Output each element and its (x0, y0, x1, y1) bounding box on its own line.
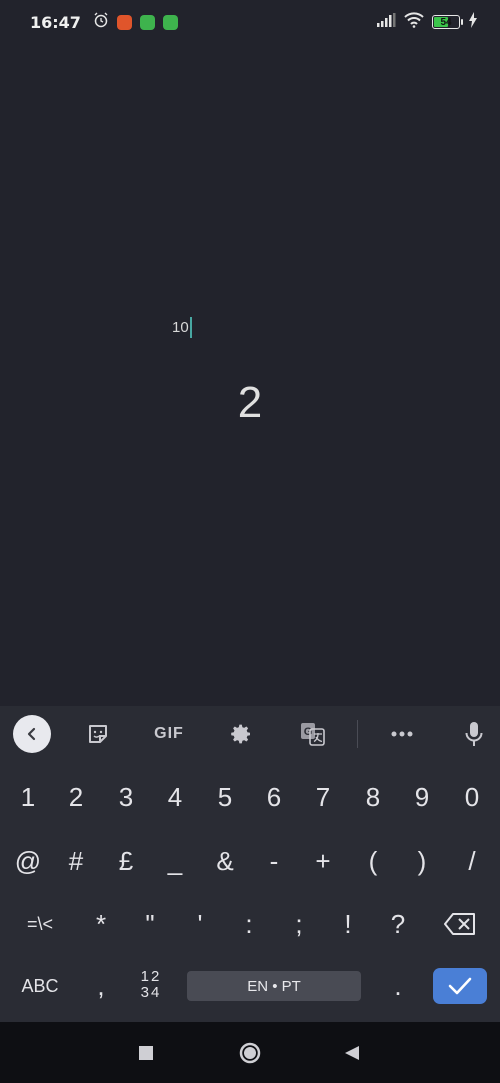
voice-input-button[interactable] (454, 714, 494, 754)
key-3[interactable]: 3 (102, 769, 150, 825)
number-input[interactable]: 10 (172, 317, 192, 338)
collapse-toolbar-button[interactable] (13, 715, 51, 753)
numpad-toggle-top: 12 (140, 968, 162, 985)
svg-text:G: G (304, 726, 313, 738)
key-semicolon[interactable]: ; (275, 896, 323, 952)
charging-icon (468, 11, 478, 33)
backspace-key[interactable] (436, 896, 484, 952)
more-horizontal-icon (391, 731, 413, 737)
more-symbols-key[interactable]: =\< (16, 896, 64, 952)
messenger-app-icon (139, 14, 155, 30)
key-9[interactable]: 9 (398, 769, 446, 825)
status-bar: 16:47 54 (0, 0, 500, 44)
key-exclamation[interactable]: ! (324, 896, 372, 952)
key-open-paren[interactable]: ( (349, 833, 397, 889)
microphone-icon (465, 722, 483, 746)
key-pound[interactable]: £ (102, 833, 150, 889)
sticker-button[interactable] (78, 714, 118, 754)
enter-key[interactable] (433, 968, 487, 1004)
key-minus[interactable]: - (250, 833, 298, 889)
key-ampersand[interactable]: & (201, 833, 249, 889)
recorder-app-icon (116, 14, 132, 30)
status-time: 16:47 (30, 12, 81, 32)
key-double-quote[interactable]: " (126, 896, 174, 952)
result-display: 2 (237, 378, 263, 427)
square-icon (139, 1046, 153, 1060)
key-2[interactable]: 2 (52, 769, 100, 825)
checkmark-icon (448, 977, 472, 995)
key-7[interactable]: 7 (299, 769, 347, 825)
keyboard-toolbar: GIF G (0, 706, 500, 762)
key-hash[interactable]: # (52, 833, 100, 889)
key-5[interactable]: 5 (201, 769, 249, 825)
signal-icon (376, 12, 396, 32)
key-slash[interactable]: / (448, 833, 496, 889)
battery-level: 54 (440, 16, 452, 28)
key-close-paren[interactable]: ) (398, 833, 446, 889)
space-key[interactable]: EN • PT (187, 971, 361, 1001)
translate-button[interactable]: G (293, 714, 333, 754)
settings-button[interactable] (221, 714, 261, 754)
key-at[interactable]: @ (4, 833, 52, 889)
translate-icon: G (301, 723, 325, 746)
input-value: 10 (172, 319, 189, 336)
recents-button[interactable] (133, 1040, 159, 1066)
circle-icon (239, 1042, 261, 1064)
key-0[interactable]: 0 (448, 769, 496, 825)
numpad-toggle-key[interactable]: 12 34 (135, 969, 167, 1005)
key-colon[interactable]: : (225, 896, 273, 952)
wifi-icon (404, 11, 424, 33)
app-canvas: 10 2 (0, 44, 500, 706)
triangle-back-icon (345, 1046, 359, 1060)
text-cursor (189, 317, 192, 338)
back-button[interactable] (339, 1040, 365, 1066)
numpad-toggle-bottom: 34 (140, 984, 162, 1001)
toolbar-divider (357, 720, 358, 748)
navigation-bar (0, 1022, 500, 1083)
abc-key[interactable]: ABC (16, 958, 64, 1014)
battery-icon: 54 (432, 15, 463, 29)
messenger-app-icon-2 (162, 14, 178, 30)
key-6[interactable]: 6 (250, 769, 298, 825)
backspace-icon (444, 913, 475, 935)
symbol-keyboard: 1 2 3 4 5 6 7 8 9 0 @ # £ _ & - + ( ) / … (0, 762, 500, 1022)
key-comma[interactable]: , (77, 958, 125, 1014)
key-1[interactable]: 1 (4, 769, 52, 825)
key-period[interactable]: . (374, 958, 422, 1014)
key-underscore[interactable]: _ (151, 833, 199, 889)
home-button[interactable] (237, 1040, 263, 1066)
key-8[interactable]: 8 (349, 769, 397, 825)
more-options-button[interactable] (382, 714, 422, 754)
key-asterisk[interactable]: * (77, 896, 125, 952)
key-4[interactable]: 4 (151, 769, 199, 825)
gear-icon (231, 724, 250, 744)
chevron-left-icon (27, 727, 36, 741)
key-single-quote[interactable]: ' (176, 896, 224, 952)
key-question[interactable]: ? (374, 896, 422, 952)
gif-button[interactable]: GIF (146, 714, 192, 754)
key-plus[interactable]: + (299, 833, 347, 889)
alarm-icon (93, 12, 109, 33)
sticker-icon (89, 725, 107, 743)
